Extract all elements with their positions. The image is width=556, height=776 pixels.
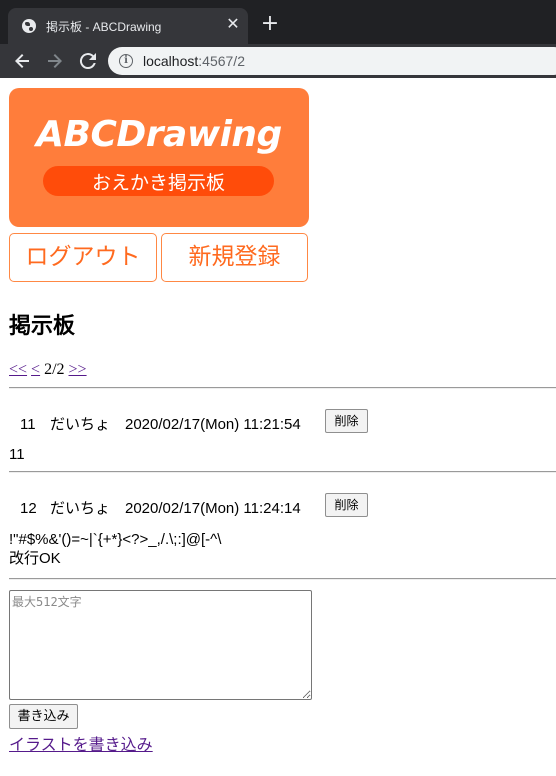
prev-page-link[interactable]: <	[31, 361, 40, 378]
browser-tab[interactable]: 掲示板 - ABCDrawing ✕	[8, 8, 248, 44]
new-tab-button[interactable]: +	[258, 12, 282, 36]
post-number: 12	[20, 500, 37, 517]
logo-subtitle: おえかき掲示板	[91, 172, 225, 194]
post-date: 2020/02/17(Mon) 11:21:54	[125, 416, 301, 433]
browser-tab-strip: 掲示板 - ABCDrawing ✕ +	[0, 0, 556, 44]
submit-button[interactable]: 書き込み	[9, 704, 78, 729]
url-text: localhost:4567/2	[143, 53, 245, 69]
illustration-link[interactable]: イラストを書き込み	[9, 731, 153, 755]
logo-title: ABCDrawing	[36, 114, 282, 155]
register-button[interactable]: 新規登録	[161, 233, 308, 282]
post-header: 11 だいちょ 2020/02/17(Mon) 11:21:54	[20, 413, 301, 434]
divider	[9, 471, 556, 473]
post-header: 12 だいちょ 2020/02/17(Mon) 11:24:14	[20, 497, 301, 518]
reload-icon[interactable]	[76, 49, 100, 73]
divider	[9, 387, 556, 389]
delete-button[interactable]: 削除	[325, 493, 368, 517]
comment-textarea[interactable]	[9, 590, 312, 700]
pagination: << < 2/2 >>	[9, 361, 87, 379]
post-date: 2020/02/17(Mon) 11:24:14	[125, 500, 301, 517]
post-body: !"#$%&'()=~|`{+*}<?>_,/.\;:]@[-^\ 改行OK	[9, 531, 222, 567]
first-page-link[interactable]: <<	[9, 361, 27, 378]
browser-toolbar: i localhost:4567/2	[0, 44, 556, 78]
post-number: 11	[20, 416, 36, 433]
tab-title: 掲示板 - ABCDrawing	[46, 20, 162, 34]
address-bar[interactable]: i localhost:4567/2	[108, 47, 556, 75]
close-icon[interactable]: ✕	[224, 15, 242, 33]
post-author: だいちょ	[50, 500, 111, 517]
page-title: 掲示板	[9, 314, 76, 339]
post-body: 11	[9, 446, 25, 463]
post-author: だいちょ	[50, 416, 111, 433]
forward-arrow-icon[interactable]	[43, 49, 67, 73]
logout-button[interactable]: ログアウト	[9, 233, 157, 282]
site-logo[interactable]: ABCDrawing おえかき掲示板	[9, 88, 309, 227]
back-arrow-icon[interactable]	[10, 49, 34, 73]
next-page-link[interactable]: >>	[69, 361, 87, 378]
delete-button[interactable]: 削除	[325, 409, 368, 433]
globe-icon	[22, 19, 36, 33]
page-indicator: 2/2	[44, 361, 65, 378]
divider	[9, 578, 556, 580]
info-icon[interactable]: i	[119, 54, 133, 68]
logo-subtitle-pill: おえかき掲示板	[43, 166, 274, 196]
